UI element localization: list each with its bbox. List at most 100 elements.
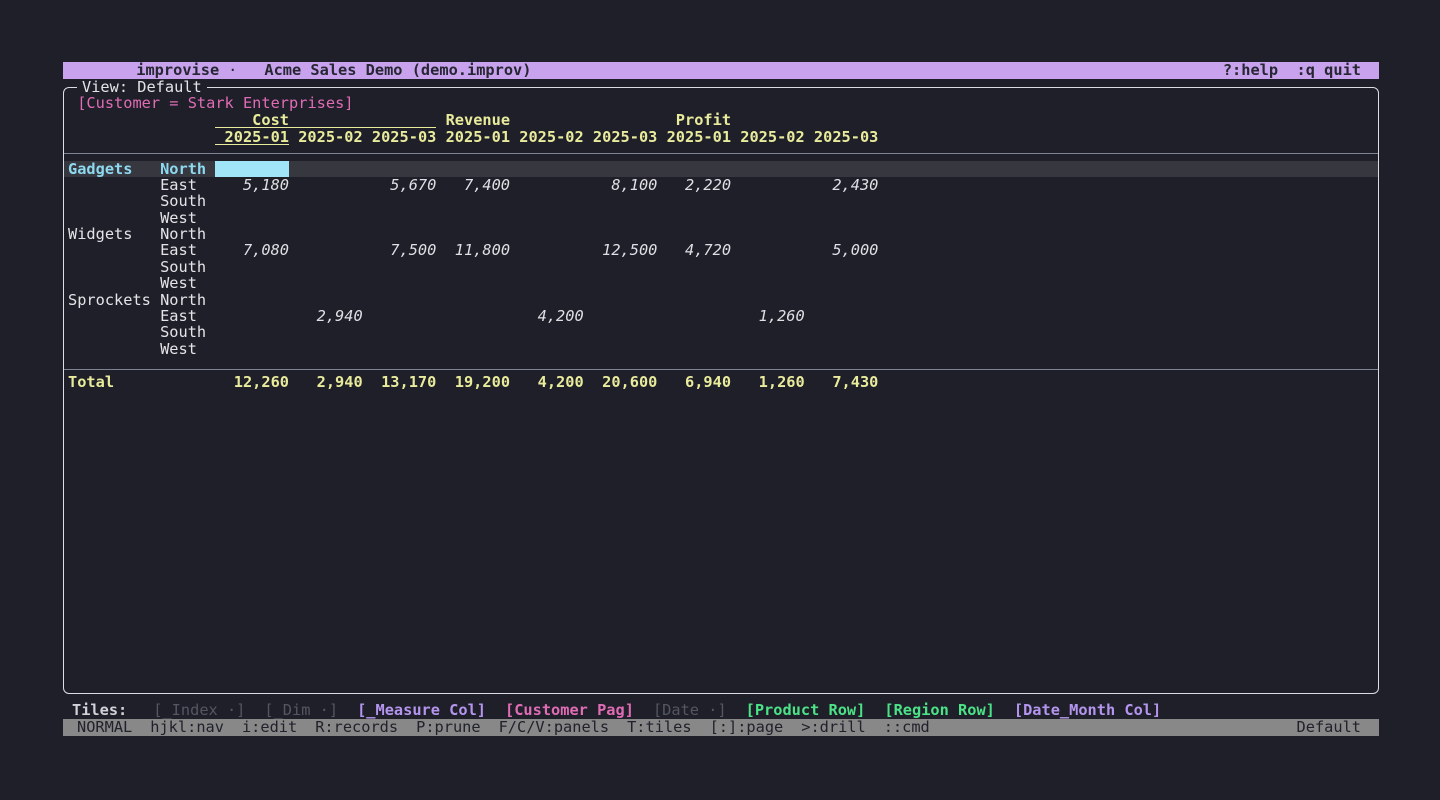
pivot-cell[interactable] [215, 226, 289, 242]
pivot-cell[interactable] [731, 226, 805, 242]
pivot-cell[interactable] [510, 292, 584, 308]
pivot-cell[interactable] [215, 275, 289, 291]
pivot-cell[interactable]: 5,670 [363, 177, 437, 193]
pivot-cell[interactable] [584, 341, 658, 357]
pivot-cell[interactable] [289, 161, 363, 177]
pivot-cell[interactable] [289, 210, 363, 226]
pivot-cell[interactable] [289, 226, 363, 242]
pivot-cell[interactable] [584, 275, 658, 291]
pivot-cell[interactable]: 2,940 [289, 308, 363, 324]
pivot-cell[interactable] [584, 324, 658, 340]
pivot-cell[interactable] [215, 210, 289, 226]
pivot-cell[interactable] [731, 210, 805, 226]
cell-cursor[interactable] [215, 161, 289, 177]
pivot-cell[interactable] [363, 210, 437, 226]
pivot-cell[interactable] [436, 308, 510, 324]
pivot-row[interactable]: East5,1805,6707,4008,1002,2202,430 [64, 177, 1378, 193]
pivot-cell[interactable] [805, 275, 879, 291]
pivot-cell[interactable] [805, 193, 879, 209]
pivot-cell[interactable] [363, 275, 437, 291]
pivot-cell[interactable] [215, 308, 289, 324]
pivot-cell[interactable] [731, 341, 805, 357]
pivot-cell[interactable] [363, 324, 437, 340]
pivot-row[interactable]: East2,9404,2001,260 [64, 308, 1378, 324]
tile-customer-pag[interactable]: [Customer Pag] [505, 701, 634, 719]
pivot-cell[interactable] [436, 210, 510, 226]
pivot-cell[interactable] [363, 341, 437, 357]
pivot-cell[interactable] [805, 292, 879, 308]
pivot-cell[interactable] [436, 259, 510, 275]
pivot-row[interactable]: West [64, 210, 1378, 226]
pivot-cell[interactable] [436, 193, 510, 209]
pivot-cell[interactable]: 2,220 [657, 177, 731, 193]
pivot-cell[interactable] [584, 210, 658, 226]
tile-date[interactable]: [Date ·] [653, 701, 727, 719]
pivot-cell[interactable]: 7,080 [215, 242, 289, 258]
pivot-cell[interactable] [805, 341, 879, 357]
pivot-cell[interactable] [215, 193, 289, 209]
pivot-cell[interactable] [657, 292, 731, 308]
pivot-cell[interactable] [436, 341, 510, 357]
page-filter[interactable]: [Customer = Stark Enterprises] [77, 95, 353, 111]
pivot-cell[interactable] [657, 226, 731, 242]
pivot-cell[interactable] [215, 324, 289, 340]
pivot-cell[interactable] [436, 292, 510, 308]
pivot-cell[interactable]: 4,720 [657, 242, 731, 258]
pivot-row[interactable]: West [64, 275, 1378, 291]
pivot-cell[interactable]: 12,500 [584, 242, 658, 258]
pivot-cell[interactable]: 5,000 [805, 242, 879, 258]
pivot-cell[interactable]: 8,100 [584, 177, 658, 193]
pivot-cell[interactable]: 4,200 [510, 308, 584, 324]
pivot-cell[interactable]: 7,500 [363, 242, 437, 258]
pivot-cell[interactable] [510, 275, 584, 291]
pivot-cell[interactable] [289, 242, 363, 258]
pivot-cell[interactable] [363, 193, 437, 209]
pivot-cell[interactable]: 1,260 [731, 308, 805, 324]
pivot-cell[interactable] [731, 275, 805, 291]
pivot-cell[interactable] [215, 259, 289, 275]
pivot-cell[interactable] [436, 226, 510, 242]
pivot-cell[interactable] [584, 226, 658, 242]
tile-region-row[interactable]: [Region Row] [884, 701, 995, 719]
pivot-cell[interactable] [363, 259, 437, 275]
pivot-cell[interactable] [584, 308, 658, 324]
pivot-cell[interactable] [657, 324, 731, 340]
tile-date-month-col[interactable]: [Date_Month Col] [1014, 701, 1161, 719]
pivot-row[interactable]: WidgetsNorth [64, 226, 1378, 242]
pivot-cell[interactable] [805, 308, 879, 324]
pivot-row[interactable]: South [64, 193, 1378, 209]
pivot-cell[interactable] [805, 161, 879, 177]
pivot-cell[interactable] [657, 161, 731, 177]
pivot-cell[interactable]: 5,180 [215, 177, 289, 193]
pivot-cell[interactable] [363, 161, 437, 177]
pivot-row[interactable]: GadgetsNorth [64, 161, 1378, 177]
pivot-cell[interactable]: 2,430 [805, 177, 879, 193]
pivot-cell[interactable] [584, 292, 658, 308]
pivot-cell[interactable] [731, 161, 805, 177]
tile-product-row[interactable]: [Product Row] [746, 701, 866, 719]
pivot-cell[interactable] [657, 308, 731, 324]
pivot-cell[interactable] [510, 324, 584, 340]
tile-measure-col[interactable]: [_Measure Col] [357, 701, 486, 719]
pivot-cell[interactable] [363, 308, 437, 324]
pivot-cell[interactable]: 7,400 [436, 177, 510, 193]
pivot-cell[interactable] [584, 161, 658, 177]
pivot-cell[interactable] [289, 259, 363, 275]
pivot-cell[interactable] [436, 161, 510, 177]
pivot-cell[interactable] [731, 259, 805, 275]
pivot-cell[interactable] [289, 193, 363, 209]
tile-dim[interactable]: [_Dim ·] [264, 701, 338, 719]
pivot-cell[interactable] [363, 226, 437, 242]
pivot-cell[interactable] [584, 259, 658, 275]
pivot-cell[interactable] [805, 226, 879, 242]
pivot-cell[interactable]: 11,800 [436, 242, 510, 258]
pivot-cell[interactable] [805, 324, 879, 340]
pivot-cell[interactable] [289, 324, 363, 340]
pivot-cell[interactable] [731, 193, 805, 209]
pivot-row[interactable]: South [64, 259, 1378, 275]
pivot-cell[interactable] [510, 161, 584, 177]
pivot-cell[interactable] [510, 259, 584, 275]
pivot-cell[interactable] [731, 324, 805, 340]
tile-index[interactable]: [_Index ·] [153, 701, 245, 719]
pivot-cell[interactable] [289, 275, 363, 291]
